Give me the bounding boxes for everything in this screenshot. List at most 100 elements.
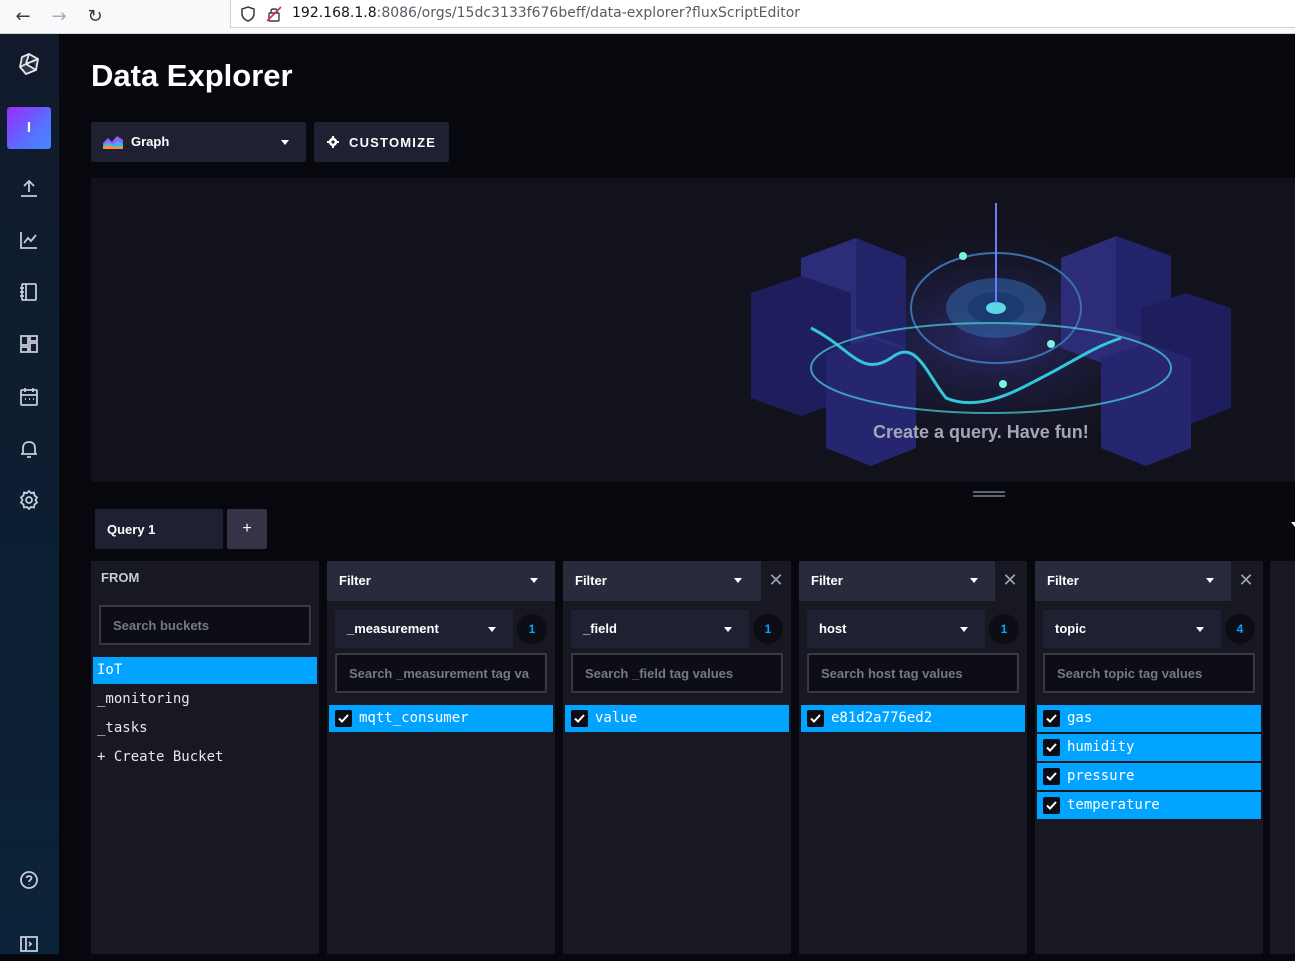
filter-card: Filter ✕ topic 4 gas humidity pressure t… bbox=[1035, 561, 1263, 954]
visualization-type-label: Graph bbox=[131, 134, 170, 149]
url-bar[interactable]: 192.168.1.8:8086/orgs/15dc3133f676beff/d… bbox=[230, 0, 1295, 28]
filter-function-label: Filter bbox=[811, 573, 843, 588]
tag-key-dropdown[interactable]: _measurement bbox=[335, 610, 513, 648]
chevron-down-icon bbox=[1196, 627, 1204, 632]
checkbox[interactable] bbox=[571, 710, 588, 727]
close-icon[interactable]: ✕ bbox=[761, 561, 791, 601]
tag-value-item[interactable]: temperature bbox=[1037, 792, 1261, 819]
query-tab-label: Query 1 bbox=[107, 522, 156, 537]
check-icon bbox=[1046, 714, 1057, 723]
bell-icon[interactable] bbox=[17, 437, 41, 461]
tag-key-label: _field bbox=[583, 621, 617, 636]
tab-query-1[interactable]: Query 1 bbox=[95, 509, 223, 549]
tag-key-dropdown[interactable]: host bbox=[807, 610, 985, 648]
filter-function-label: Filter bbox=[339, 573, 371, 588]
bucket-item[interactable]: IoT bbox=[93, 657, 317, 684]
influx-logo-icon[interactable] bbox=[17, 52, 41, 76]
search-tag-values-input[interactable] bbox=[1043, 653, 1255, 693]
tag-value-label: pressure bbox=[1067, 768, 1135, 784]
dashboards-icon[interactable] bbox=[17, 332, 41, 356]
sidebar-nav: I bbox=[0, 34, 59, 954]
filter-function-dropdown[interactable]: Filter bbox=[1035, 561, 1231, 601]
url-text[interactable]: 192.168.1.8:8086/orgs/15dc3133f676beff/d… bbox=[292, 5, 800, 21]
shield-icon[interactable] bbox=[239, 5, 257, 23]
upload-icon[interactable] bbox=[17, 176, 41, 200]
filter-card: Filter ✕ host 1 e81d2a776ed2 bbox=[799, 561, 1027, 954]
filter-function-label: Filter bbox=[1047, 573, 1079, 588]
search-tag-values-input[interactable] bbox=[335, 653, 547, 693]
customize-button[interactable]: CUSTOMIZE bbox=[314, 122, 449, 162]
selected-count-badge: 1 bbox=[517, 614, 547, 644]
check-icon bbox=[574, 714, 585, 723]
filter-function-dropdown[interactable]: Filter bbox=[799, 561, 995, 601]
tag-key-dropdown[interactable]: topic bbox=[1043, 610, 1221, 648]
filter-function-label: Filter bbox=[575, 573, 607, 588]
close-icon[interactable]: ✕ bbox=[1231, 561, 1261, 601]
checkbox[interactable] bbox=[807, 710, 824, 727]
chevron-down-icon bbox=[530, 578, 538, 583]
visualization-type-dropdown[interactable]: Graph bbox=[91, 122, 306, 162]
filter-card: Filter _measurement 1 mqtt_consumer bbox=[327, 561, 555, 954]
calendar-icon[interactable] bbox=[17, 385, 41, 409]
filter-card-partial bbox=[1270, 561, 1295, 954]
checkbox[interactable] bbox=[1043, 768, 1060, 785]
graph-icon[interactable] bbox=[17, 228, 41, 252]
page-title: Data Explorer bbox=[91, 58, 293, 93]
graph-type-icon bbox=[103, 136, 123, 149]
tag-value-item[interactable]: pressure bbox=[1037, 763, 1261, 790]
search-tag-values-input[interactable] bbox=[807, 653, 1019, 693]
tag-key-dropdown[interactable]: _field bbox=[571, 610, 749, 648]
notebook-icon[interactable] bbox=[17, 280, 41, 304]
check-icon bbox=[1046, 772, 1057, 781]
insecure-lock-icon[interactable] bbox=[265, 5, 283, 23]
tag-value-label: mqtt_consumer bbox=[359, 710, 469, 726]
customize-label: CUSTOMIZE bbox=[349, 135, 437, 150]
check-icon bbox=[1046, 801, 1057, 810]
create-bucket-button[interactable]: + Create Bucket bbox=[93, 744, 317, 771]
resize-handle[interactable] bbox=[973, 491, 1005, 497]
help-icon[interactable] bbox=[17, 868, 41, 892]
add-query-button[interactable]: + bbox=[227, 509, 267, 549]
chevron-down-icon bbox=[960, 627, 968, 632]
tag-value-item[interactable]: e81d2a776ed2 bbox=[801, 705, 1025, 732]
bucket-item[interactable]: _monitoring bbox=[93, 686, 317, 713]
checkbox[interactable] bbox=[335, 710, 352, 727]
tag-value-label: temperature bbox=[1067, 797, 1160, 813]
browser-toolbar: ← → ↻ 192.168.1.8:8086/orgs/15dc3133f676… bbox=[0, 0, 1295, 34]
chevron-down-icon bbox=[488, 627, 496, 632]
back-arrow-icon[interactable]: ← bbox=[10, 4, 36, 30]
bucket-item[interactable]: _tasks bbox=[93, 715, 317, 742]
empty-state-message: Create a query. Have fun! bbox=[873, 422, 1089, 442]
from-card: FROM IoT _monitoring _tasks + Create Buc… bbox=[91, 561, 319, 954]
chevron-down-icon[interactable] bbox=[1291, 522, 1295, 527]
chevron-down-icon bbox=[724, 627, 732, 632]
tag-key-label: _measurement bbox=[347, 621, 439, 636]
checkbox[interactable] bbox=[1043, 739, 1060, 756]
expand-icon[interactable] bbox=[17, 932, 41, 956]
from-header: FROM bbox=[101, 570, 140, 585]
tag-value-item[interactable]: gas bbox=[1037, 705, 1261, 732]
chevron-down-icon bbox=[970, 578, 978, 583]
chevron-down-icon bbox=[1206, 578, 1214, 583]
search-tag-values-input[interactable] bbox=[571, 653, 783, 693]
forward-arrow-icon[interactable]: → bbox=[46, 4, 72, 30]
tag-value-item[interactable]: mqtt_consumer bbox=[329, 705, 553, 732]
org-avatar[interactable]: I bbox=[7, 107, 51, 149]
reload-icon[interactable]: ↻ bbox=[82, 4, 108, 30]
tag-key-label: host bbox=[819, 621, 847, 636]
tag-value-label: humidity bbox=[1067, 739, 1135, 755]
tag-value-item[interactable]: value bbox=[565, 705, 789, 732]
filter-function-dropdown[interactable]: Filter bbox=[563, 561, 761, 601]
tag-value-label: gas bbox=[1067, 710, 1093, 726]
checkbox[interactable] bbox=[1043, 710, 1060, 727]
tag-value-label: value bbox=[595, 710, 638, 726]
checkbox[interactable] bbox=[1043, 797, 1060, 814]
check-icon bbox=[1046, 743, 1057, 752]
close-icon[interactable]: ✕ bbox=[995, 561, 1025, 601]
gear-icon[interactable] bbox=[17, 488, 41, 512]
tag-value-item[interactable]: humidity bbox=[1037, 734, 1261, 761]
check-icon bbox=[810, 714, 821, 723]
filter-function-dropdown[interactable]: Filter bbox=[327, 561, 555, 601]
gear-icon bbox=[327, 136, 339, 148]
search-buckets-input[interactable] bbox=[99, 605, 311, 645]
